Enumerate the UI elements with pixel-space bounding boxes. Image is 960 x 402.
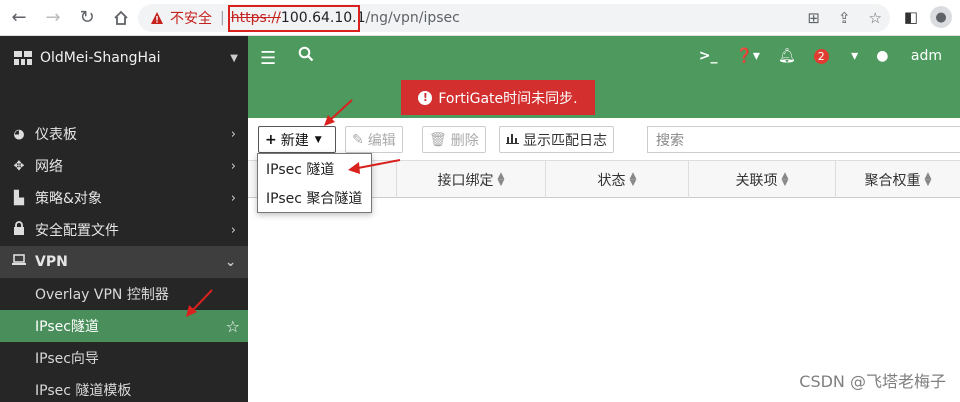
edit-label: 编辑: [367, 132, 396, 149]
column-references[interactable]: 关联项 ▲ ▼: [688, 161, 835, 198]
sidepanel-icon[interactable]: ◧: [904, 8, 918, 26]
notification-badge: 2: [813, 49, 829, 64]
annotation-arrow-sidebar-ipsec: [186, 289, 213, 317]
menu-item-ipsec-aggregate[interactable]: IPsec 聚合隧道: [258, 183, 371, 212]
back-icon[interactable]: ←: [4, 3, 34, 33]
cli-console-icon[interactable]: >_: [699, 48, 718, 64]
url-annotation-box: [228, 5, 360, 32]
home-icon[interactable]: [106, 3, 136, 33]
translate-icon[interactable]: ⊞: [807, 9, 820, 27]
lock-icon: [10, 221, 28, 239]
address-separator: |: [220, 10, 225, 26]
reload-icon[interactable]: ↻: [72, 3, 102, 33]
sidebar-subitem-ipsec-wizard[interactable]: IPsec向导: [0, 342, 248, 374]
show-matching-logs-button[interactable]: 显示匹配日志: [499, 126, 614, 153]
alert-text: FortiGate时间未同步.: [438, 90, 578, 107]
menu-item-label: IPsec 聚合隧道: [266, 190, 363, 207]
sidebar-subitem-label: IPsec 隧道模板: [35, 383, 132, 399]
favorite-star-icon[interactable]: ☆: [226, 317, 240, 336]
fortigate-logo-icon: [14, 51, 32, 65]
sidebar-item-label: 安全配置文件: [35, 223, 119, 239]
column-label: 接口绑定: [437, 172, 494, 189]
sort-icon: ▲ ▼: [629, 170, 637, 188]
create-new-button[interactable]: + 新建 ▼: [258, 126, 336, 153]
url-path: /ng/vpn/ipsec: [365, 10, 460, 26]
user-menu[interactable]: ● adm: [876, 48, 960, 64]
sidebar-item-label: 网络: [35, 159, 63, 175]
sidebar-item-label: 策略&对象: [35, 191, 102, 207]
chevron-down-icon: ⌄: [225, 254, 236, 270]
laptop-icon: [10, 254, 28, 270]
delete-button[interactable]: 🗑︎ 删除: [422, 126, 486, 153]
dashboard-icon: ◕: [13, 126, 25, 142]
chevron-right-icon: ›: [230, 222, 236, 238]
time-sync-alert[interactable]: ! FortiGate时间未同步.: [401, 80, 595, 115]
sidebar-item-vpn[interactable]: VPN ⌄: [0, 246, 248, 278]
column-status[interactable]: 状态 ▲ ▼: [545, 161, 688, 198]
sort-icon: ▲ ▼: [781, 170, 789, 188]
watermark: CSDN @飞塔老梅子: [799, 372, 946, 391]
insecure-label: 不安全: [170, 11, 212, 27]
device-selector[interactable]: OldMei-ShangHai ▼: [0, 36, 248, 80]
user-icon: ●: [876, 48, 889, 64]
column-label: 状态: [597, 172, 626, 189]
sidebar-item-label: VPN: [35, 254, 68, 270]
column-aggregate-weight[interactable]: 聚合权重 ▲ ▼: [835, 161, 960, 198]
device-name: OldMei-ShangHai: [40, 50, 161, 66]
pencil-icon: ✎: [352, 131, 364, 148]
search-placeholder: 搜索: [656, 132, 684, 149]
warning-icon: [151, 12, 163, 24]
chevron-right-icon: ›: [230, 158, 236, 174]
plus-icon: +: [265, 131, 277, 148]
column-label: 聚合权重: [864, 172, 921, 189]
sidebar-subitem-label: IPsec隧道: [35, 319, 99, 335]
menu-icon[interactable]: ☰: [260, 48, 276, 69]
sidebar-item-network[interactable]: ✥ 网络 ›: [0, 150, 248, 182]
forward-icon[interactable]: →: [38, 3, 68, 33]
edit-button[interactable]: ✎ 编辑: [345, 126, 403, 153]
sidebar: OldMei-ShangHai ▼ ◕ 仪表板 › ✥ 网络 › ▙ 策略&对象…: [0, 36, 248, 402]
notifications-button[interactable]: 🔔︎ 2 ▾: [778, 48, 858, 64]
bar-chart-icon: [506, 132, 519, 148]
show-logs-label: 显示匹配日志: [523, 132, 607, 149]
sidebar-item-policy[interactable]: ▙ 策略&对象 ›: [0, 182, 248, 214]
search-icon[interactable]: [298, 46, 314, 66]
sidebar-subitem-ipsec-templates[interactable]: IPsec 隧道模板: [0, 374, 248, 402]
column-interface-binding[interactable]: 接口绑定 ▲ ▼: [396, 161, 545, 198]
annotation-arrow-ipsec-tunnel: [348, 159, 401, 174]
sidebar-item-security-profiles[interactable]: 安全配置文件 ›: [0, 214, 248, 246]
bell-icon: 🔔︎: [777, 48, 796, 64]
user-name: adm: [910, 48, 942, 64]
create-new-label: 新建: [280, 132, 309, 149]
profile-avatar-icon[interactable]: ●: [930, 6, 952, 28]
top-header: ☰ >_ ❓▾ 🔔︎ 2 ▾ ● adm: [248, 36, 960, 80]
caret-down-icon: ▼: [314, 134, 322, 145]
sort-icon: ▲ ▼: [924, 170, 932, 188]
sort-icon: ▲ ▼: [497, 170, 505, 188]
network-icon: ✥: [13, 158, 25, 174]
sidebar-item-dashboard[interactable]: ◕ 仪表板 ›: [0, 118, 248, 150]
delete-label: 删除: [450, 132, 479, 149]
help-icon[interactable]: ❓▾: [735, 48, 759, 64]
menu-item-label: IPsec 隧道: [266, 161, 335, 178]
annotation-arrow-new-button: [324, 99, 353, 126]
policy-icon: ▙: [14, 190, 24, 206]
alert-icon: !: [418, 90, 433, 105]
search-input[interactable]: 搜索: [647, 126, 960, 153]
column-label: 关联项: [735, 172, 778, 189]
share-icon[interactable]: ⇪: [838, 9, 851, 27]
bookmark-star-icon[interactable]: ☆: [869, 9, 882, 27]
caret-down-icon: ▼: [230, 52, 238, 64]
chevron-right-icon: ›: [230, 126, 236, 142]
sidebar-item-label: 仪表板: [35, 127, 77, 143]
trash-icon: 🗑︎: [429, 131, 447, 148]
chevron-right-icon: ›: [230, 190, 236, 206]
browser-toolbar: ← → ↻ 不安全 | https://100.64.10.1/ng/vpn/i…: [0, 0, 960, 36]
sidebar-subitem-label: IPsec向导: [35, 351, 99, 367]
sidebar-subitem-label: Overlay VPN 控制器: [35, 287, 169, 303]
